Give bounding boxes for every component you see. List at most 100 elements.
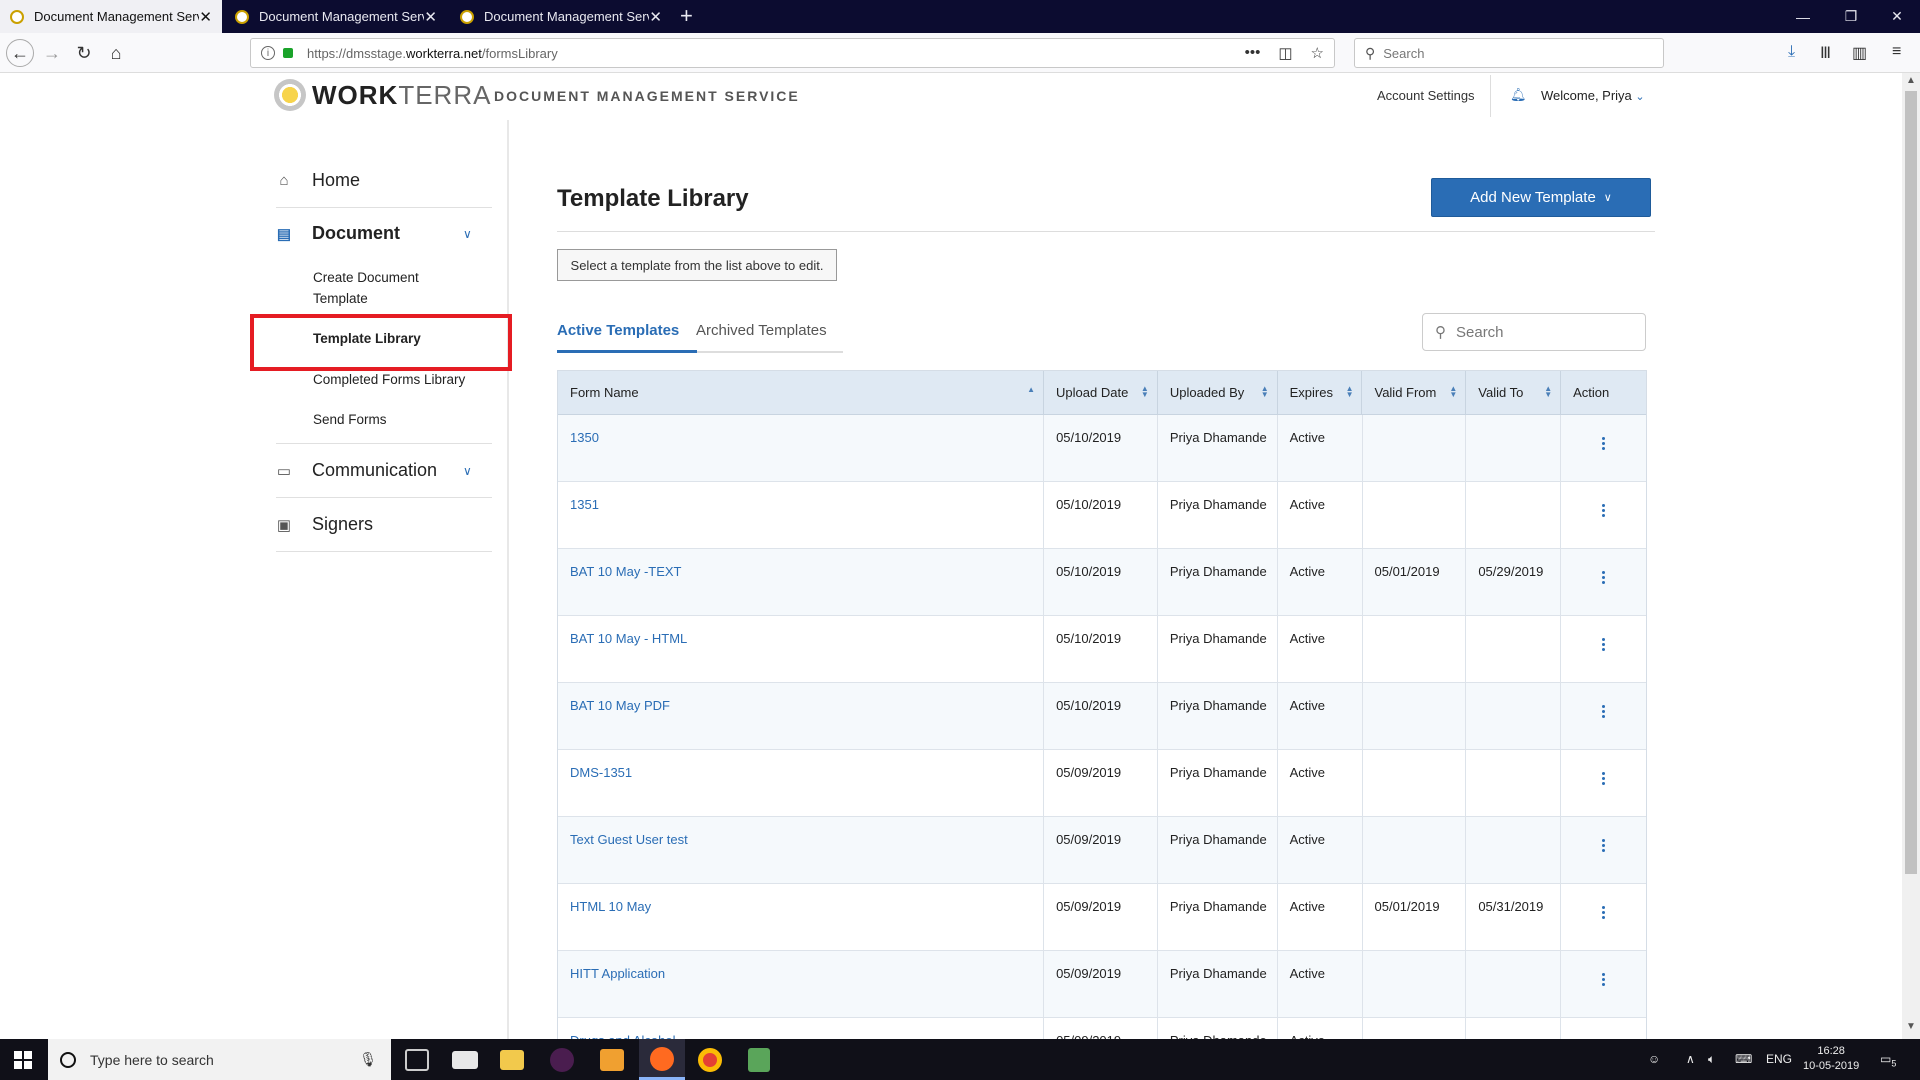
chevron-down-icon[interactable]: ∨ (463, 464, 472, 478)
minimize-icon[interactable]: — (1780, 0, 1826, 33)
sidebar-item-home[interactable]: ⌂ Home (276, 170, 360, 191)
menu-icon[interactable]: ≡ (1892, 43, 1901, 61)
sort-asc-icon[interactable]: ▲ (1027, 386, 1035, 394)
tab-archived-templates[interactable]: Archived Templates (696, 322, 827, 339)
browser-tab-2[interactable]: Document Management Servic ✕ (225, 0, 447, 33)
reload-icon[interactable]: ↻ (70, 39, 98, 67)
keyboard-icon[interactable]: ⌨ (1735, 1052, 1752, 1066)
column-header-valid-to[interactable]: Valid To ▲ ▼ (1466, 371, 1562, 414)
tab-active-templates[interactable]: Active Templates (557, 322, 679, 339)
action-cell (1561, 616, 1646, 682)
slack-icon[interactable] (550, 1048, 574, 1072)
form-name-link[interactable]: BAT 10 May - HTML (558, 616, 1045, 682)
library-icon[interactable]: Ⅲ (1820, 43, 1831, 63)
sort-icon[interactable]: ▲ ▼ (1261, 385, 1269, 399)
column-header-valid-from[interactable]: Valid From ▲ ▼ (1362, 371, 1467, 414)
sidebar-item-document[interactable]: ▤ Document (276, 223, 400, 244)
column-header-upload-date[interactable]: Upload Date ▲ ▼ (1044, 371, 1158, 414)
workterra-logo[interactable]: WORKTERRA (274, 79, 491, 111)
action-cell (1561, 884, 1646, 950)
page-scrollbar[interactable]: ▲ ▼ (1902, 73, 1920, 1039)
sort-icon[interactable]: ▲ ▼ (1449, 385, 1457, 399)
close-tab-icon[interactable]: ✕ (199, 8, 212, 26)
column-header-expires[interactable]: Expires ▲ ▼ (1278, 371, 1363, 414)
chrome-icon[interactable] (698, 1048, 722, 1072)
sidebar-item-create-document-template[interactable]: Create Document Template (313, 267, 473, 309)
sidebar-item-label: Document (312, 223, 401, 243)
add-new-template-button[interactable]: Add New Template ∨ (1431, 178, 1651, 217)
language-indicator[interactable]: ENG (1766, 1052, 1792, 1066)
scroll-up-icon[interactable]: ▲ (1902, 75, 1920, 91)
form-name-link[interactable]: 1351 (558, 482, 1045, 548)
download-icon[interactable]: ⤓ (1788, 43, 1795, 61)
form-name-link[interactable]: 1350 (558, 415, 1045, 481)
people-icon[interactable]: ☺ (1648, 1052, 1660, 1066)
info-icon[interactable]: i (261, 46, 275, 60)
valid-from-cell: 05/01/2019 (1363, 549, 1467, 615)
forward-icon[interactable]: → (38, 39, 66, 67)
kebab-menu-icon[interactable] (1602, 504, 1606, 548)
column-header-form-name[interactable]: Form Name ▲ (558, 371, 1045, 414)
windows-start-icon[interactable] (14, 1051, 32, 1069)
sort-icon[interactable]: ▲ ▼ (1346, 385, 1354, 399)
kebab-menu-icon[interactable] (1602, 839, 1606, 883)
sidebar-item-signers[interactable]: ▣ Signers (276, 514, 373, 535)
sort-icon[interactable]: ▲ ▼ (1544, 385, 1552, 399)
notepad-icon[interactable] (748, 1048, 770, 1072)
sidebar-item-send-forms[interactable]: Send Forms (313, 409, 473, 430)
url-text: https://dmsstage.workterra.net/formsLibr… (307, 45, 558, 61)
form-name-link[interactable]: HITT Application (558, 951, 1045, 1017)
chevron-down-icon[interactable]: ∨ (463, 227, 472, 241)
pocket-icon[interactable]: ◫ (1278, 44, 1292, 62)
microphone-icon[interactable]: 🎙︎ (359, 1051, 377, 1068)
valid-to-cell (1466, 482, 1562, 548)
form-name-link[interactable]: HTML 10 May (558, 884, 1045, 950)
form-name-link[interactable]: BAT 10 May -TEXT (558, 549, 1045, 615)
kebab-menu-icon[interactable] (1602, 772, 1606, 816)
browser-search-input[interactable]: ⚲ Search (1354, 38, 1664, 68)
user-menu[interactable]: Welcome, Priya ⌄ (1541, 88, 1645, 103)
column-header-uploaded-by[interactable]: Uploaded By ▲ ▼ (1158, 371, 1278, 414)
form-name-link[interactable]: DMS-1351 (558, 750, 1045, 816)
back-icon[interactable]: ← (6, 39, 34, 67)
bell-icon[interactable]: 🔔︎ (1510, 87, 1527, 102)
browser-tab-1[interactable]: Document Management Servic ✕ (0, 0, 222, 33)
form-name-link[interactable]: Text Guest User test (558, 817, 1045, 883)
kebab-menu-icon[interactable] (1602, 437, 1606, 481)
restore-icon[interactable]: ❐ (1828, 0, 1874, 33)
kebab-menu-icon[interactable] (1602, 973, 1606, 1017)
tray-chevron-up-icon[interactable]: ∧ (1686, 1052, 1695, 1066)
lock-icon (283, 48, 293, 58)
media-player-icon[interactable] (600, 1049, 624, 1071)
kebab-menu-icon[interactable] (1602, 571, 1606, 615)
bookmark-star-icon[interactable]: ☆ (1311, 44, 1324, 62)
kebab-menu-icon[interactable] (1602, 638, 1606, 682)
sidebar-toggle-icon[interactable]: ▥ (1852, 43, 1867, 63)
kebab-menu-icon[interactable] (1602, 906, 1606, 950)
template-search-input[interactable]: ⚲ Search (1422, 313, 1646, 351)
sidebar-item-completed-forms-library[interactable]: Completed Forms Library (313, 369, 473, 390)
close-window-icon[interactable]: ✕ (1874, 0, 1920, 33)
close-tab-icon[interactable]: ✕ (424, 8, 437, 26)
home-icon[interactable]: ⌂ (102, 39, 130, 67)
file-explorer-icon[interactable] (500, 1050, 524, 1070)
kebab-menu-icon[interactable] (1602, 705, 1606, 749)
taskbar-search-input[interactable]: Type here to search 🎙︎ (48, 1039, 391, 1080)
task-view-icon[interactable] (405, 1049, 429, 1071)
scroll-down-icon[interactable]: ▼ (1902, 1021, 1920, 1037)
account-settings-link[interactable]: Account Settings (1377, 88, 1475, 103)
sidebar-item-communication[interactable]: ▭ Communication (276, 460, 437, 481)
mail-icon[interactable] (452, 1051, 478, 1069)
sort-icon[interactable]: ▲ ▼ (1141, 385, 1149, 399)
notifications-icon[interactable]: ▭5 (1880, 1052, 1896, 1068)
close-tab-icon[interactable]: ✕ (649, 8, 662, 26)
expires-cell: Active (1278, 415, 1363, 481)
taskbar-clock[interactable]: 16:28 10-05-2019 (1803, 1044, 1859, 1074)
scroll-thumb[interactable] (1905, 91, 1917, 874)
page-actions-icon[interactable]: ••• (1245, 44, 1261, 62)
browser-tab-3[interactable]: Document Management Servic ✕ (450, 0, 672, 33)
new-tab-icon[interactable]: + (680, 3, 693, 29)
volume-icon[interactable]: 🔈︎ (1708, 1052, 1715, 1067)
url-bar[interactable]: i https://dmsstage.workterra.net/formsLi… (250, 38, 1335, 68)
form-name-link[interactable]: BAT 10 May PDF (558, 683, 1045, 749)
